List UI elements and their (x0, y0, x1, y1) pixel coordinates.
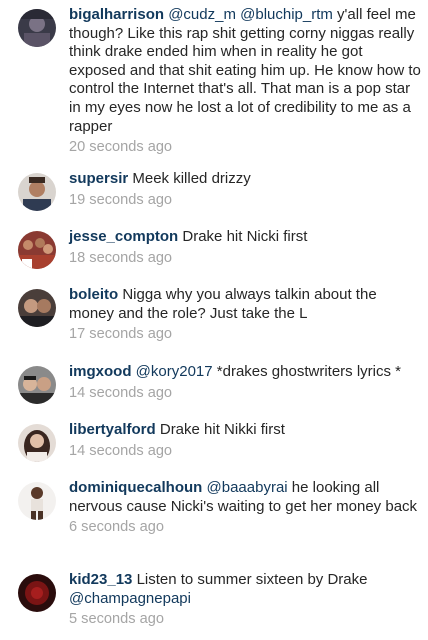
comment-text: boleito Nigga why you always talkin abou… (69, 286, 421, 323)
avatar[interactable] (18, 482, 56, 520)
comment-mention[interactable]: @champagnepapi (69, 590, 191, 607)
comment-timestamp: 17 seconds ago (69, 326, 173, 343)
comment-timestamp: 19 seconds ago (69, 191, 173, 208)
comment-timestamp: 18 seconds ago (69, 249, 173, 266)
comment-timestamp: 20 seconds ago (69, 139, 173, 156)
comment-text: kid23_13 Listen to summer sixteen by Dra… (69, 571, 421, 608)
comment-timestamp: 6 seconds ago (69, 519, 164, 536)
comment-body: Drake hit Nikki first (159, 421, 285, 438)
comment-body: y'all feel me though? Like this rap shit… (69, 6, 421, 135)
comment-username[interactable]: jesse_compton (69, 228, 178, 245)
comment-text: dominiquecalhoun @baaabyrai he looking a… (69, 479, 421, 516)
comment-username[interactable]: imgxood (69, 363, 132, 380)
comment-body: *drakes ghostwriters lyrics * (212, 363, 401, 380)
comment-body: Meek killed drizzy (132, 170, 251, 187)
comment-username[interactable]: libertyalford (69, 421, 156, 438)
comment-username[interactable]: supersir (69, 170, 128, 187)
avatar[interactable] (18, 173, 56, 211)
avatar[interactable] (18, 9, 56, 47)
comment-body: Drake hit Nicki first (182, 228, 308, 245)
comment-mention[interactable]: @kory2017 (136, 363, 213, 380)
comment-mention[interactable]: @bluchip_rtm (240, 6, 333, 23)
comment-text: imgxood @kory2017 *drakes ghostwriters l… (69, 363, 421, 382)
avatar[interactable] (18, 424, 56, 462)
comment-username[interactable]: boleito (69, 286, 118, 303)
comment-timestamp: 5 seconds ago (69, 611, 164, 628)
avatar[interactable] (18, 289, 56, 327)
comment-text: jesse_compton Drake hit Nicki first (69, 228, 421, 247)
comment-timestamp: 14 seconds ago (69, 384, 173, 401)
comment-text: libertyalford Drake hit Nikki first (69, 421, 421, 440)
avatar[interactable] (18, 574, 56, 612)
comment-body: Listen to summer sixteen by Drake (136, 571, 368, 588)
avatar[interactable] (18, 231, 56, 269)
comment-timestamp: 14 seconds ago (69, 442, 173, 459)
comment-username[interactable]: bigalharrison (69, 6, 164, 23)
comment-text: supersir Meek killed drizzy (69, 170, 421, 189)
comment-username[interactable]: dominiquecalhoun (69, 479, 202, 496)
comment-mention[interactable]: @cudz_m (168, 6, 236, 23)
comment-username[interactable]: kid23_13 (69, 571, 132, 588)
comment-text: bigalharrison @cudz_m @bluchip_rtm y'all… (69, 6, 421, 136)
comment-mention[interactable]: @baaabyrai (207, 479, 288, 496)
avatar[interactable] (18, 366, 56, 404)
